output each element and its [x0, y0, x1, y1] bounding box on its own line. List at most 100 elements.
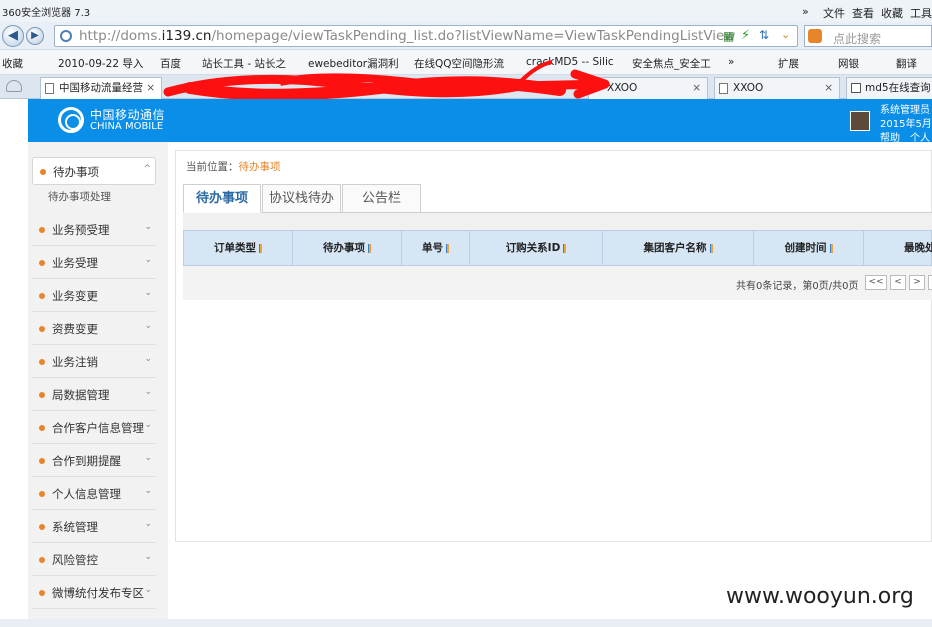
- tab-protocol-pending[interactable]: 协议栈待办: [262, 184, 341, 213]
- bullet-icon: [40, 169, 46, 175]
- sidebar-item-accept[interactable]: 业务受理 ⌄: [32, 246, 156, 279]
- last-page-button[interactable]: [928, 275, 932, 290]
- sidebar-item-label: 业务预受理: [52, 223, 110, 237]
- sidebar-item-weibo[interactable]: 微博统付发布专区 ⌄: [32, 576, 156, 609]
- tab-pending[interactable]: 待办事项: [183, 184, 261, 213]
- personal-link[interactable]: 个人: [910, 129, 930, 144]
- sort-icon[interactable]: [709, 243, 713, 253]
- sidebar-item-partner-info[interactable]: 合作客户信息管理 ⌄: [32, 411, 156, 444]
- chevron-down-icon: ⌄: [144, 222, 152, 232]
- chevron-down-icon: ⌄: [144, 420, 152, 430]
- sidebar-item-pre-accept[interactable]: 业务预受理 ⌄: [32, 213, 156, 246]
- avatar[interactable]: [850, 111, 870, 131]
- sort-icon[interactable]: [259, 243, 262, 253]
- chevron-down-icon: ⌄: [144, 321, 152, 331]
- menu-favorites[interactable]: 收藏: [881, 5, 903, 21]
- tab-md5[interactable]: md5在线查询: [846, 77, 932, 99]
- breadcrumb: 当前位置：待办事项: [186, 159, 281, 174]
- column-header-pending-item[interactable]: 待办事项: [293, 231, 402, 265]
- sidebar-item-risk[interactable]: 风险管控 ⌄: [32, 543, 156, 576]
- sort-icon[interactable]: [368, 243, 371, 253]
- chevron-down-icon: ⌄: [144, 354, 152, 364]
- chevron-down-icon: ⌄: [144, 486, 152, 496]
- chevron-down-icon: ⌄: [144, 552, 152, 562]
- back-button[interactable]: ◀: [2, 25, 24, 47]
- extension-button[interactable]: 扩展: [778, 56, 799, 71]
- compat-mode-icon[interactable]: ⇅: [759, 28, 769, 42]
- speed-mode-icon[interactable]: ⚡: [741, 28, 750, 43]
- sidebar-item-label: 待办事项: [53, 165, 99, 179]
- translate-button[interactable]: 翻译: [896, 56, 917, 71]
- prev-page-button[interactable]: <: [890, 275, 906, 290]
- sort-icon[interactable]: [563, 243, 567, 253]
- netbank-button[interactable]: 网银: [838, 56, 859, 71]
- search-input[interactable]: 点此搜索: [804, 25, 932, 47]
- logo-en-text: CHINA MOBILE: [90, 121, 164, 132]
- fav-more[interactable]: »: [728, 56, 734, 68]
- sidebar-item-expiry-reminder[interactable]: 合作到期提醒 ⌄: [32, 444, 156, 477]
- column-header-subscription-id[interactable]: 订购关系ID: [470, 231, 603, 265]
- record-count: 共有0条记录，第0页/共0页: [736, 281, 859, 292]
- url-dropdown-icon[interactable]: ⌄: [781, 28, 790, 41]
- sidebar-item-label: 微博统付发布专区: [52, 586, 144, 600]
- header-date: 2015年5月: [880, 119, 932, 130]
- bullet-icon: [39, 458, 45, 464]
- close-icon[interactable]: ×: [146, 78, 155, 98]
- sidebar-item-system[interactable]: 系统管理 ⌄: [32, 510, 156, 543]
- chevron-down-icon: ⌄: [144, 255, 152, 265]
- favorites-button[interactable]: 收藏: [2, 56, 23, 71]
- menu-more[interactable]: »: [802, 5, 809, 18]
- sidebar-item-change[interactable]: 业务变更 ⌄: [32, 279, 156, 312]
- search-engine-icon[interactable]: [808, 29, 822, 43]
- tab-announcement[interactable]: 公告栏: [342, 184, 421, 213]
- bullet-icon: [39, 293, 45, 299]
- help-link[interactable]: 帮助: [880, 129, 900, 144]
- column-label: 最晚处: [904, 242, 932, 254]
- bullet-icon: [39, 326, 45, 332]
- browser-app-title: 360安全浏览器 7.3: [2, 8, 91, 19]
- chevron-up-icon: ^: [143, 164, 151, 174]
- breadcrumb-label: 当前位置：: [186, 161, 239, 173]
- column-header-customer-name[interactable]: 集团客户名称: [603, 231, 754, 265]
- column-header-order-no[interactable]: 单号: [402, 231, 470, 265]
- menu-view[interactable]: 查看: [852, 5, 874, 21]
- url-text: http://doms.i139.cn/homepage/viewTaskPen…: [79, 28, 735, 44]
- breadcrumb-current[interactable]: 待办事项: [239, 161, 281, 173]
- sidebar-item-pending[interactable]: 待办事项 ^: [32, 157, 156, 185]
- sort-icon[interactable]: [446, 243, 449, 253]
- sidebar-item-personal-info[interactable]: 个人信息管理 ⌄: [32, 477, 156, 510]
- fav-xfocus[interactable]: 安全焦点_安全工: [632, 56, 711, 71]
- status-bar: [0, 619, 932, 627]
- forward-button[interactable]: ▶: [26, 27, 44, 45]
- sidebar-item-bureau-data[interactable]: 局数据管理 ⌄: [32, 378, 156, 411]
- user-role: 系统管理员: [880, 105, 930, 116]
- bullet-icon: [39, 491, 45, 497]
- watermark: www.wooyun.org: [726, 584, 914, 609]
- close-icon[interactable]: ×: [692, 78, 701, 98]
- menu-tools[interactable]: 工具: [910, 5, 932, 21]
- chevron-down-icon: ⌄: [144, 288, 152, 298]
- next-page-button[interactable]: >: [909, 275, 925, 290]
- column-header-order-type[interactable]: 订单类型: [184, 231, 293, 265]
- tab-china-mobile[interactable]: 中国移动流量经营 ×: [40, 77, 162, 99]
- close-icon[interactable]: ×: [824, 78, 833, 98]
- qr-icon[interactable]: ▦: [723, 29, 734, 43]
- sort-icon[interactable]: [829, 243, 833, 253]
- column-label: 创建时间: [784, 242, 827, 254]
- column-header-created-time[interactable]: 创建时间: [754, 231, 864, 265]
- bullet-icon: [39, 524, 45, 530]
- cloud-icon[interactable]: [6, 80, 22, 92]
- column-header-latest[interactable]: 最晚处: [864, 231, 932, 265]
- column-label: 集团客户名称: [643, 242, 707, 254]
- url-input[interactable]: http://doms.i139.cn/homepage/viewTaskPen…: [54, 25, 798, 47]
- sidebar-item-cancel[interactable]: 业务注销 ⌄: [32, 345, 156, 378]
- fav-folder-import[interactable]: 2010-09-22 导入: [58, 56, 143, 71]
- table-header: 订单类型 待办事项 单号 订购关系ID 集团客户名称 创建时间 最晚处: [183, 230, 932, 266]
- menu-file[interactable]: 文件: [823, 5, 845, 21]
- column-label: 订单类型: [214, 242, 256, 254]
- sidebar-item-tariff-change[interactable]: 资费变更 ⌄: [32, 312, 156, 345]
- first-page-button[interactable]: <<: [865, 275, 887, 290]
- tab-xxoo-2[interactable]: XXOO ×: [714, 77, 840, 99]
- tab-doc-icon: [45, 83, 54, 94]
- sidebar-subitem-pending-process[interactable]: 待办事项处理: [48, 189, 111, 204]
